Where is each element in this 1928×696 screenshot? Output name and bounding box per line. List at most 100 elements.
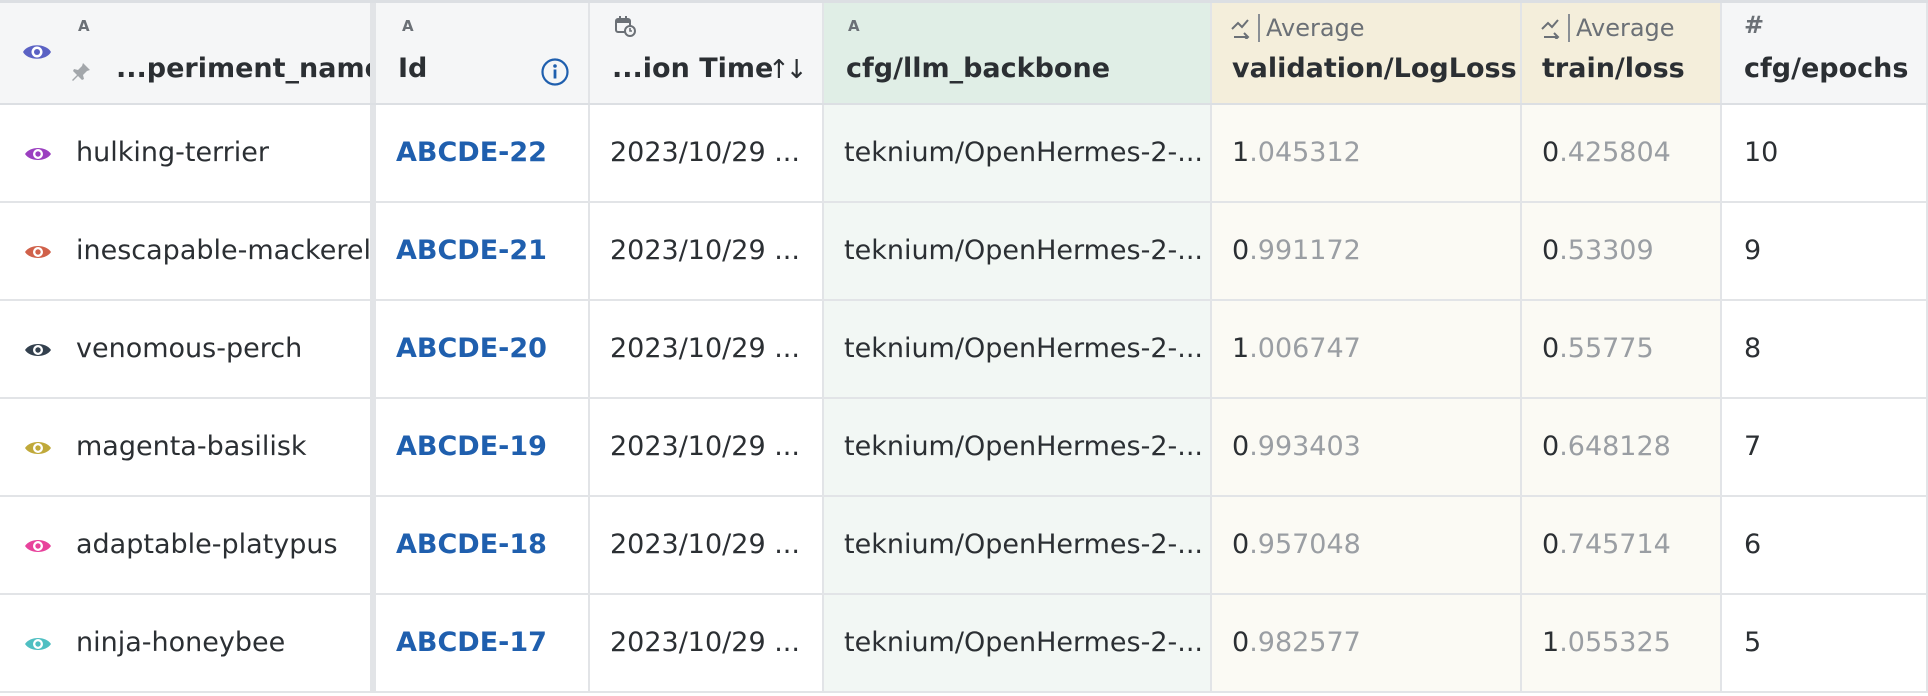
- series-aggregation-icon: [1231, 19, 1250, 39]
- cell-train-loss: 0.55775: [1522, 301, 1722, 397]
- column-header-experiment-name[interactable]: A ...periment_name: [0, 3, 376, 103]
- table-row[interactable]: ninja-honeybee ABCDE-17 2023/10/29 ... t…: [0, 595, 1928, 693]
- run-id-link[interactable]: ABCDE-20: [396, 301, 547, 397]
- experiment-name: adaptable-platypus: [76, 529, 338, 560]
- cell-id[interactable]: ABCDE-22: [376, 105, 590, 201]
- run-id-link[interactable]: ABCDE-19: [396, 399, 547, 495]
- table-row[interactable]: adaptable-platypus ABCDE-18 2023/10/29 .…: [0, 497, 1928, 595]
- cell-id[interactable]: ABCDE-21: [376, 203, 590, 299]
- table-row[interactable]: venomous-perch ABCDE-20 2023/10/29 ... t…: [0, 301, 1928, 399]
- run-id-link[interactable]: ABCDE-22: [396, 105, 547, 201]
- llm-backbone: teknium/OpenHermes-2-...: [844, 627, 1204, 658]
- value-integer-part: 0: [1542, 137, 1560, 168]
- cell-id[interactable]: ABCDE-20: [376, 301, 590, 397]
- cell-epochs: 7: [1722, 399, 1928, 495]
- eye-icon[interactable]: [24, 340, 52, 360]
- cell-epochs: 10: [1722, 105, 1928, 201]
- pin-icon[interactable]: [70, 61, 92, 83]
- llm-backbone: teknium/OpenHermes-2-...: [844, 529, 1204, 560]
- value-fraction-part: .045312: [1249, 137, 1361, 168]
- cell-experiment-name[interactable]: venomous-perch: [0, 301, 376, 397]
- eye-icon[interactable]: [24, 242, 52, 262]
- cell-epochs: 6: [1722, 497, 1928, 593]
- sort-descending-icon[interactable]: ↑↓: [768, 55, 808, 85]
- cell-llm-backbone: teknium/OpenHermes-2-...: [824, 399, 1212, 495]
- cell-experiment-name[interactable]: ninja-honeybee: [0, 595, 376, 691]
- value-integer-part: 0: [1542, 529, 1560, 560]
- text-type-icon: A: [402, 17, 414, 35]
- value-integer-part: 0: [1542, 333, 1560, 364]
- eye-icon[interactable]: [24, 144, 52, 164]
- value-fraction-part: .055325: [1559, 627, 1671, 658]
- info-icon[interactable]: [540, 57, 570, 87]
- train-loss-value: 0.648128: [1542, 399, 1671, 495]
- cell-llm-backbone: teknium/OpenHermes-2-...: [824, 497, 1212, 593]
- table-row[interactable]: hulking-terrier ABCDE-22 2023/10/29 ... …: [0, 105, 1928, 203]
- value-integer-part: 0: [1542, 235, 1560, 266]
- experiment-name: inescapable-mackerel: [76, 235, 371, 266]
- cell-train-loss: 0.648128: [1522, 399, 1722, 495]
- eye-icon[interactable]: [22, 41, 52, 63]
- aggregation-selector[interactable]: Average: [1230, 13, 1365, 43]
- table-row[interactable]: magenta-basilisk ABCDE-19 2023/10/29 ...…: [0, 399, 1928, 497]
- series-aggregation-icon: [1541, 19, 1560, 39]
- column-header-validation-logloss[interactable]: Average validation/LogLoss: [1212, 3, 1522, 103]
- column-header-label: train/loss: [1542, 53, 1685, 84]
- run-id-link[interactable]: ABCDE-21: [396, 203, 547, 299]
- cell-id[interactable]: ABCDE-17: [376, 595, 590, 691]
- column-header-creation-time[interactable]: ...ion Time ↑↓: [590, 3, 824, 103]
- cell-validation-logloss: 0.957048: [1212, 497, 1522, 593]
- value-integer-part: 1: [1542, 627, 1560, 658]
- eye-icon[interactable]: [24, 438, 52, 458]
- creation-time: 2023/10/29 ...: [610, 627, 800, 658]
- cell-llm-backbone: teknium/OpenHermes-2-...: [824, 301, 1212, 397]
- run-id-link[interactable]: ABCDE-18: [396, 497, 547, 593]
- experiment-name: magenta-basilisk: [76, 431, 307, 462]
- aggregation-selector[interactable]: Average: [1540, 13, 1675, 43]
- aggregation-label: Average: [1568, 14, 1675, 42]
- cell-id[interactable]: ABCDE-18: [376, 497, 590, 593]
- cell-epochs: 9: [1722, 203, 1928, 299]
- column-header-epochs[interactable]: # cfg/epochs: [1722, 3, 1928, 103]
- experiment-name: hulking-terrier: [76, 137, 269, 168]
- cell-llm-backbone: teknium/OpenHermes-2-...: [824, 203, 1212, 299]
- epochs-value: 9: [1744, 235, 1762, 266]
- value-fraction-part: .648128: [1559, 431, 1671, 462]
- cell-id[interactable]: ABCDE-19: [376, 399, 590, 495]
- cell-train-loss: 1.055325: [1522, 595, 1722, 691]
- validation-logloss-value: 0.991172: [1232, 203, 1361, 299]
- cell-experiment-name[interactable]: magenta-basilisk: [0, 399, 376, 495]
- cell-epochs: 5: [1722, 595, 1928, 691]
- cell-creation-time: 2023/10/29 ...: [590, 105, 824, 201]
- eye-icon[interactable]: [24, 634, 52, 654]
- cell-creation-time: 2023/10/29 ...: [590, 399, 824, 495]
- column-header-llm-backbone[interactable]: A cfg/llm_backbone: [824, 3, 1212, 103]
- calendar-clock-icon: [615, 16, 636, 37]
- llm-backbone: teknium/OpenHermes-2-...: [844, 431, 1204, 462]
- cell-experiment-name[interactable]: inescapable-mackerel: [0, 203, 376, 299]
- value-fraction-part: .745714: [1559, 529, 1671, 560]
- cell-train-loss: 0.745714: [1522, 497, 1722, 593]
- value-fraction-part: .982577: [1249, 627, 1361, 658]
- run-id-link[interactable]: ABCDE-17: [396, 595, 547, 691]
- column-header-train-loss[interactable]: Average train/loss: [1522, 3, 1722, 103]
- value-fraction-part: .006747: [1249, 333, 1361, 364]
- train-loss-value: 1.055325: [1542, 595, 1671, 691]
- value-fraction-part: .53309: [1559, 235, 1654, 266]
- experiment-name: venomous-perch: [76, 333, 303, 364]
- epochs-value: 8: [1744, 333, 1762, 364]
- column-header-id[interactable]: A Id: [376, 3, 590, 103]
- cell-experiment-name[interactable]: hulking-terrier: [0, 105, 376, 201]
- train-loss-value: 0.53309: [1542, 203, 1654, 299]
- cell-llm-backbone: teknium/OpenHermes-2-...: [824, 595, 1212, 691]
- table-row[interactable]: inescapable-mackerel ABCDE-21 2023/10/29…: [0, 203, 1928, 301]
- cell-experiment-name[interactable]: adaptable-platypus: [0, 497, 376, 593]
- column-header-label: ...periment_name: [116, 53, 376, 84]
- cell-validation-logloss: 0.991172: [1212, 203, 1522, 299]
- cell-creation-time: 2023/10/29 ...: [590, 595, 824, 691]
- cell-creation-time: 2023/10/29 ...: [590, 203, 824, 299]
- column-header-label: cfg/llm_backbone: [846, 53, 1111, 84]
- eye-icon[interactable]: [24, 536, 52, 556]
- validation-logloss-value: 0.982577: [1232, 595, 1361, 691]
- cell-creation-time: 2023/10/29 ...: [590, 301, 824, 397]
